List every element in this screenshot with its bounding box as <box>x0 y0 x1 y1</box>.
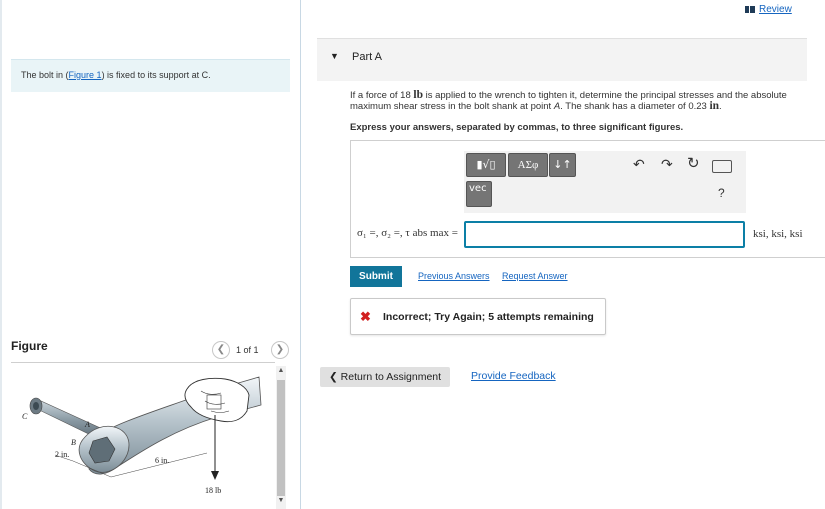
review-link[interactable]: Review <box>745 4 792 15</box>
chevron-left-icon: ❮ <box>328 371 338 383</box>
dimension-6-in: 6 in. <box>155 456 169 465</box>
redo-icon[interactable]: ↷ <box>661 156 673 173</box>
request-answer-link[interactable]: Request Answer <box>502 271 568 281</box>
scroll-up-icon[interactable]: ▲ <box>276 367 286 374</box>
answer-instruction: Express your answers, separated by comma… <box>350 122 684 133</box>
figure-divider <box>11 362 275 363</box>
previous-answers-link[interactable]: Previous Answers <box>418 271 490 281</box>
sort-arrows-button[interactable]: ↓↑ <box>549 153 576 177</box>
figure-title: Figure <box>11 339 48 353</box>
problem-intro-box: The bolt in (Figure 1) is fixed to its s… <box>11 59 290 92</box>
intro-text-after: ) is fixed to its support at C. <box>101 70 211 80</box>
answer-input[interactable] <box>464 221 745 248</box>
chevron-left-icon: ❮ <box>216 344 226 355</box>
next-figure-button[interactable]: ❯ <box>271 341 289 359</box>
part-label: Part A <box>352 51 382 63</box>
undo-icon[interactable]: ↶ <box>633 156 645 173</box>
question-unit-in: in <box>709 100 720 112</box>
label-a: A <box>84 420 90 429</box>
label-b: B <box>71 438 76 447</box>
part-header[interactable] <box>317 38 807 81</box>
greek-symbols-button[interactable]: ΑΣφ <box>508 153 548 177</box>
chevron-right-icon: ❯ <box>275 344 285 355</box>
return-to-assignment-button[interactable]: ❮ Return to Assignment <box>320 367 450 387</box>
templates-button[interactable]: ▮√▯ <box>466 153 506 177</box>
return-label: Return to Assignment <box>340 371 442 383</box>
question-text: If a force of 18 lb is applied to the wr… <box>350 89 810 112</box>
left-edge-rule <box>0 0 2 509</box>
reset-icon[interactable]: ↻ <box>687 154 700 172</box>
wrench-bolt-figure: C A B 2 in. 6 in. 18 lb <box>22 376 262 495</box>
help-icon[interactable]: ? <box>718 186 725 200</box>
feedback-text: Incorrect; Try Again; 5 attempts remaini… <box>383 311 594 323</box>
question-part-1: If a force of 18 <box>350 90 414 101</box>
force-arrow <box>211 415 219 480</box>
previous-figure-button[interactable]: ❮ <box>212 341 230 359</box>
submit-button[interactable]: Submit <box>350 266 402 287</box>
problem-intro-text: The bolt in (Figure 1) is fixed to its s… <box>21 70 211 80</box>
answer-label: σ₁ =, σ₂ =, τ abs max = <box>357 227 458 239</box>
force-label: 18 lb <box>205 486 221 495</box>
provide-feedback-link[interactable]: Provide Feedback <box>471 370 556 382</box>
figure-scrollbar-thumb[interactable] <box>277 380 285 496</box>
intro-text-before: The bolt in ( <box>21 70 69 80</box>
answer-units: ksi, ksi, ksi <box>753 228 803 240</box>
collapse-triangle-icon[interactable]: ▼ <box>330 51 339 61</box>
error-x-icon: ✖ <box>360 309 371 324</box>
figure-link[interactable]: Figure 1 <box>69 70 102 80</box>
question-unit-lb: lb <box>413 89 423 101</box>
scroll-down-icon[interactable]: ▼ <box>276 497 286 504</box>
keyboard-icon[interactable] <box>712 160 732 173</box>
vector-button[interactable]: vec <box>466 181 492 207</box>
figure-counter: 1 of 1 <box>236 345 259 355</box>
question-part-3: . The shank has a diameter of 0.23 <box>560 101 710 112</box>
dimension-2-in: 2 in. <box>55 450 69 459</box>
question-part-4: . <box>719 101 722 112</box>
math-toolbar <box>464 151 746 213</box>
label-c: C <box>22 412 28 421</box>
